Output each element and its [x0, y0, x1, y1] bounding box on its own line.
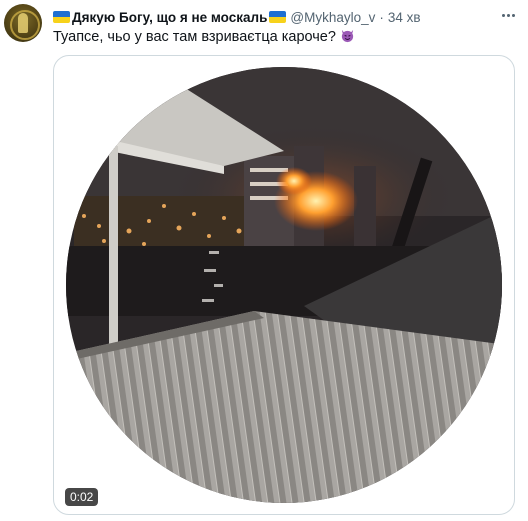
- tweet-text-content: Туапсе, чьо у вас там взриваєтца кароче?: [53, 29, 336, 45]
- more-dot: [501, 13, 505, 17]
- ukraine-flag-icon: [269, 11, 287, 23]
- tweet-header: Дякую Богу, що я не москаль @Mykhaylo_v …: [53, 8, 421, 26]
- user-handle[interactable]: @Mykhaylo_v: [290, 10, 375, 25]
- more-dot: [506, 13, 510, 17]
- tweet-card[interactable]: Дякую Богу, що я не москаль @Mykhaylo_v …: [0, 0, 528, 521]
- more-dot: [511, 13, 515, 17]
- smiling-devil-emoji: [341, 29, 354, 43]
- more-options-icon[interactable]: [497, 6, 519, 24]
- tweet-text: Туапсе, чьо у вас там взриваєтца кароче?: [53, 28, 355, 45]
- timestamp[interactable]: 34 хв: [388, 10, 421, 25]
- display-name[interactable]: Дякую Богу, що я не москаль: [72, 10, 267, 25]
- video-duration-badge: 0:02: [65, 488, 99, 506]
- avatar[interactable]: [4, 4, 42, 42]
- video-player[interactable]: 0:02: [53, 55, 515, 515]
- avatar-figure: [18, 13, 28, 33]
- separator-dot: ·: [379, 9, 384, 25]
- video-frame: [66, 67, 502, 503]
- ukraine-flag-icon: [53, 11, 70, 23]
